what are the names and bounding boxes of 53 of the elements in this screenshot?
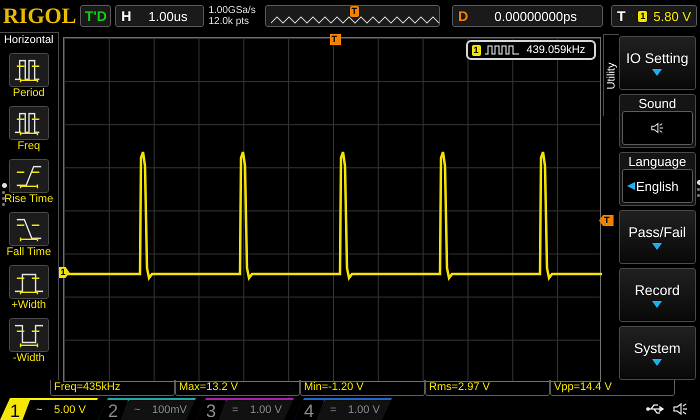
measure-label: Period (12, 87, 45, 101)
counter-value: 439.059kHz (526, 44, 586, 56)
usb-icon (646, 403, 666, 415)
trigger-source: 1 (638, 10, 648, 22)
measurement-value: Rms=2.97 V (425, 380, 550, 396)
measurement-value: Vpp=14.4 V (550, 380, 675, 396)
caret-icon (652, 68, 662, 76)
measure-label: -Width (12, 352, 45, 366)
channel-tab[interactable]: 2 ~ 100mV (98, 398, 196, 420)
trigger-time-marker: T (330, 34, 342, 45)
channel-tab[interactable]: 4 = 1.00 V (294, 398, 392, 420)
channel-tab[interactable]: 1 ~ 5.00 V (0, 398, 98, 420)
channel-tab[interactable]: 3 = 1.00 V (196, 398, 294, 420)
option-selector[interactable]: English (622, 169, 693, 203)
sample-rate: 1.00GSa/s (208, 5, 257, 16)
counter-channel: 1 (472, 44, 481, 56)
measure-button[interactable] (8, 53, 49, 87)
option-label: Sound (638, 96, 676, 111)
menu-title: Horizontal (4, 33, 54, 48)
menu-button[interactable]: Pass/Fail (618, 210, 696, 264)
option-label: Language (628, 154, 686, 169)
measure-button[interactable] (8, 159, 49, 193)
measure-label: Freq (17, 140, 40, 154)
trigger-position-marker: T (350, 6, 360, 17)
measurement-value: Max=13.2 V (175, 380, 300, 396)
measure-label: +Width (11, 299, 46, 313)
measure-label: Rise Time (4, 193, 54, 207)
measure-button[interactable] (8, 212, 49, 246)
trigger-field[interactable]: T 1 5.80 V (611, 5, 697, 27)
brand-logo: RIGOL (3, 3, 76, 29)
caret-icon (652, 358, 662, 366)
sound-toggle[interactable] (622, 111, 693, 145)
memory-depth: 12.0k pts (208, 16, 250, 27)
measurement-value: Min=-1.20 V (300, 380, 425, 396)
measure-button[interactable] (8, 318, 49, 352)
waveform-overview-icon (270, 16, 441, 24)
caret-icon (652, 300, 662, 308)
menu-title: Utility (605, 62, 618, 89)
menu-button[interactable]: System (618, 326, 696, 380)
measure-button[interactable] (8, 106, 49, 140)
measure-label: Fall Time (6, 246, 52, 260)
speaker-icon (672, 401, 688, 417)
delay-field[interactable]: D 0.00000000ps (452, 5, 603, 27)
measure-button[interactable] (8, 265, 49, 299)
caret-icon (652, 242, 662, 250)
speaker-icon (650, 121, 664, 135)
trigger-level-marker: T (599, 215, 614, 226)
measurement-value: Freq=435kHz (50, 380, 175, 396)
caret-icon (626, 182, 636, 190)
menu-button[interactable]: Record (618, 268, 696, 322)
run-status: T'D (80, 5, 112, 27)
timebase-field[interactable]: H 1.00us (115, 5, 204, 27)
menu-button[interactable]: IO Setting (618, 36, 696, 90)
